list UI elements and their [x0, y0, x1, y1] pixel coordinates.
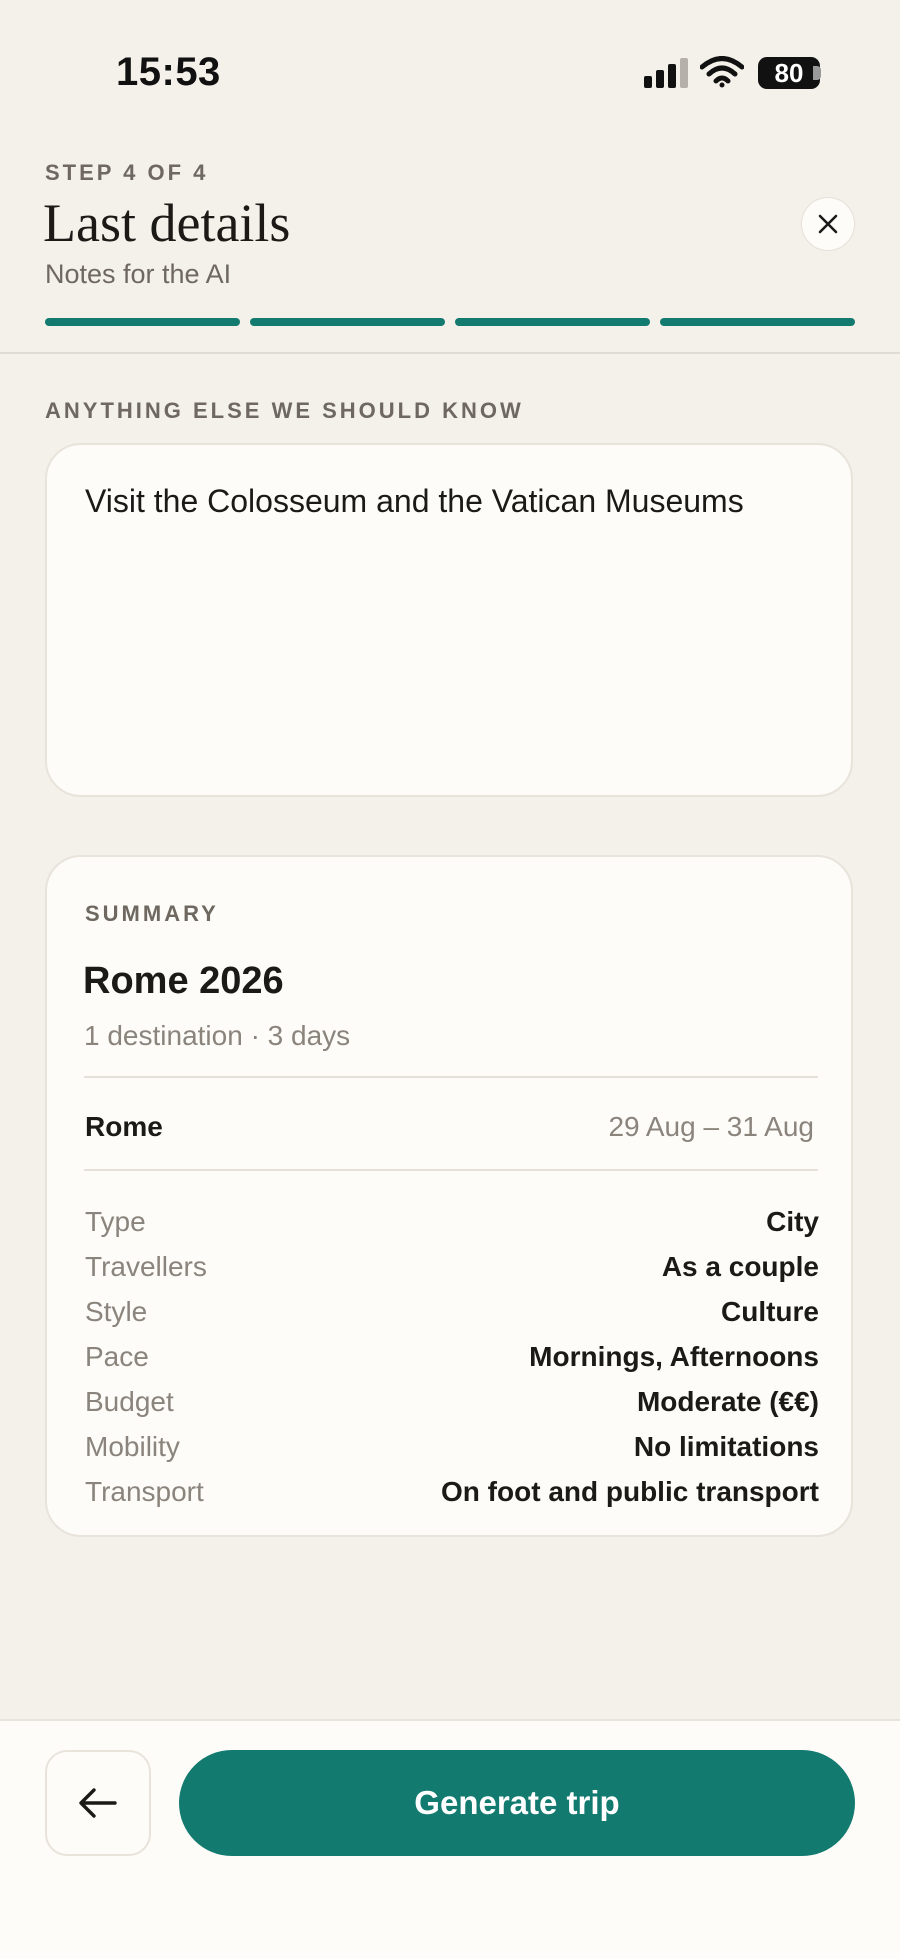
progress-segment [45, 318, 240, 326]
detail-value: As a couple [661, 1251, 819, 1282]
detail-row-travellers: Travellers As a couple [85, 1251, 819, 1283]
detail-label: Travellers [85, 1251, 207, 1282]
destination-name: Rome [85, 1111, 163, 1142]
detail-value: Culture [721, 1296, 819, 1327]
trip-meta: 1 destination · 3 days [84, 1020, 351, 1051]
detail-row-budget: Budget Moderate (€€) [85, 1386, 819, 1418]
status-bar: 15:53 80 [0, 0, 900, 140]
progress-segment [660, 318, 855, 326]
battery-icon: 80 [758, 57, 820, 89]
signal-icon [644, 58, 690, 88]
notes-label: ANYTHING ELSE WE SHOULD KNOW [45, 398, 524, 423]
detail-value: Mornings, Afternoons [529, 1341, 819, 1372]
generate-trip-button[interactable]: Generate trip [179, 1750, 855, 1856]
detail-row-pace: Pace Mornings, Afternoons [85, 1341, 819, 1373]
battery-cap [813, 66, 821, 80]
detail-row-type: Type City [85, 1206, 819, 1238]
detail-row-mobility: Mobility No limitations [85, 1431, 819, 1463]
detail-label: Style [85, 1296, 148, 1327]
summary-card: SUMMARY Rome 2026 1 destination · 3 days… [45, 855, 853, 1537]
progress-segment [250, 318, 445, 326]
detail-row-transport: Transport On foot and public transport [85, 1476, 819, 1508]
page-subtitle: Notes for the AI [45, 259, 232, 289]
notes-textarea[interactable]: Visit the Colosseum and the Vatican Muse… [45, 443, 853, 797]
arrow-left-icon [79, 1788, 117, 1818]
notes-text: Visit the Colosseum and the Vatican Muse… [85, 483, 744, 519]
detail-value: No limitations [633, 1431, 819, 1462]
divider [84, 1169, 818, 1171]
detail-row-style: Style Culture [85, 1296, 819, 1328]
detail-label: Type [85, 1206, 146, 1237]
detail-label: Mobility [85, 1431, 180, 1462]
detail-value: Moderate (€€) [636, 1386, 819, 1417]
close-icon [818, 214, 838, 234]
header-divider [0, 352, 900, 354]
trip-name: Rome 2026 [83, 960, 284, 1002]
detail-value: On foot and public transport [441, 1476, 819, 1507]
back-button[interactable] [45, 1750, 151, 1856]
detail-label: Transport [85, 1476, 204, 1507]
detail-label: Pace [85, 1341, 149, 1372]
bottom-bar: Generate trip [0, 1719, 900, 1959]
status-time: 15:53 [116, 50, 221, 94]
progress-bar [45, 318, 855, 326]
summary-label: SUMMARY [85, 901, 219, 926]
destination-dates: 29 Aug – 31 Aug [608, 1111, 814, 1142]
wifi-icon [700, 56, 744, 88]
detail-value: City [766, 1206, 819, 1237]
battery-level: 80 [774, 57, 804, 88]
divider [84, 1076, 818, 1078]
step-indicator: STEP 4 OF 4 [45, 160, 209, 185]
page-title: Last details [43, 193, 291, 253]
detail-label: Budget [85, 1386, 174, 1417]
close-button[interactable] [801, 197, 855, 251]
progress-segment [455, 318, 650, 326]
